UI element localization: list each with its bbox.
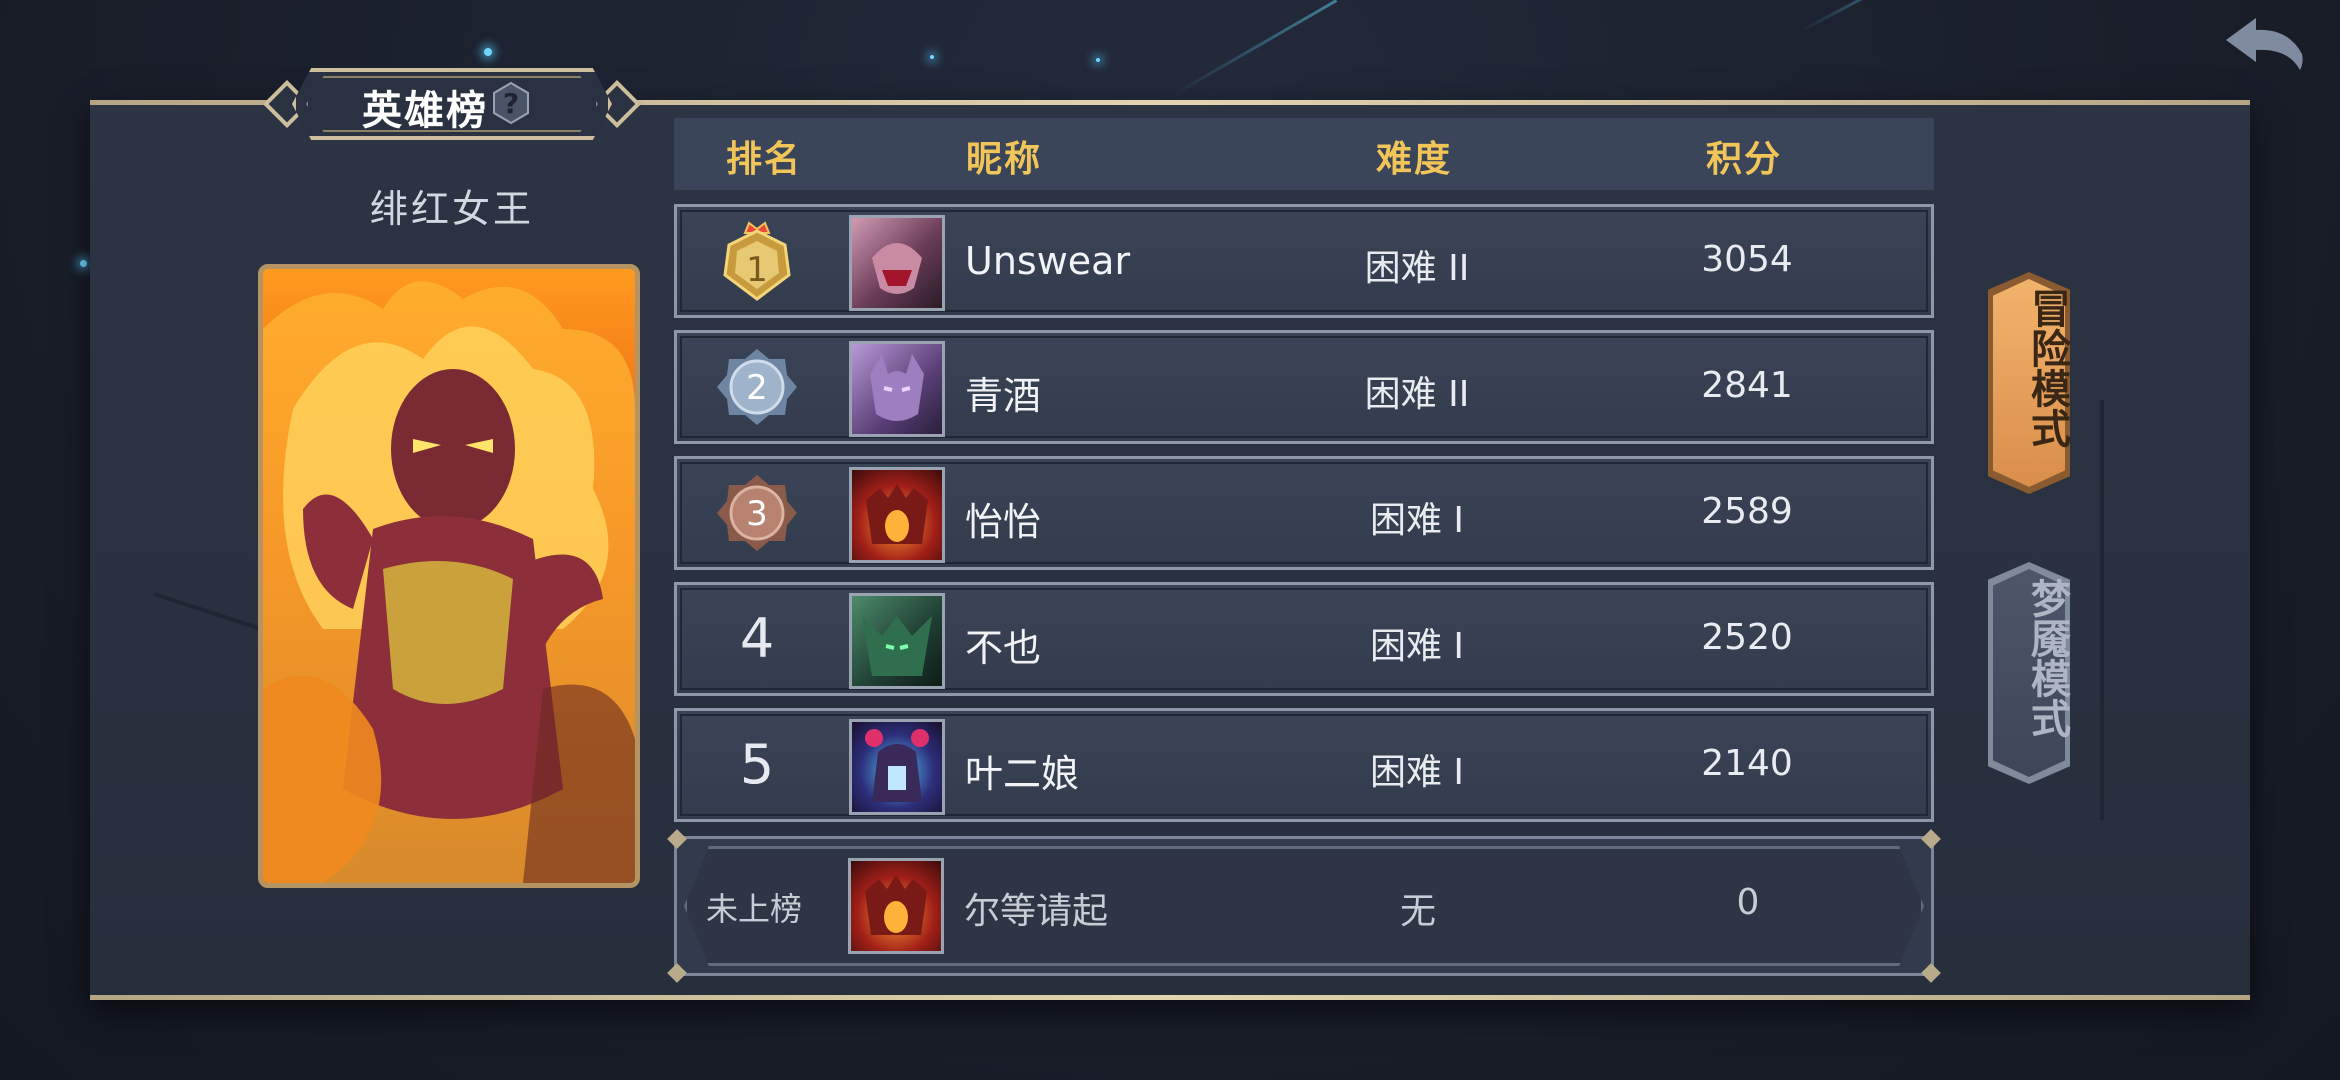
- player-score: 2520: [1701, 617, 1793, 658]
- player-avatar[interactable]: [849, 215, 945, 311]
- green-beast-avatar-icon: [862, 616, 932, 676]
- rank-number: 2: [746, 368, 768, 408]
- header-difficulty: 难度: [1375, 139, 1452, 180]
- header-nickname: 昵称: [965, 139, 1042, 180]
- back-arrow-icon: [2226, 18, 2303, 70]
- my-avatar[interactable]: [848, 858, 944, 954]
- mode-label: 梦魇模式: [2024, 578, 2070, 738]
- background-star: [484, 48, 492, 56]
- background-star: [1096, 58, 1100, 62]
- leaderboard-row[interactable]: 3 怡怡 困难 I 2589: [674, 456, 1934, 570]
- leaderboard-row[interactable]: 5 叶二娘 困难 I 2140: [674, 708, 1934, 822]
- fire-demon-avatar-icon: [866, 484, 928, 544]
- player-score: 2140: [1701, 743, 1793, 784]
- player-nickname: 叶二娘: [965, 752, 1080, 796]
- bronze-rank-icon: 3: [717, 475, 797, 551]
- panel-bottom-border: [90, 995, 2250, 1000]
- leaderboard-row[interactable]: 2 青酒 困难 II 2841: [674, 330, 1934, 444]
- question-icon: ?: [493, 81, 529, 125]
- player-nickname: 怡怡: [965, 500, 1042, 544]
- player-difficulty: 困难 I: [1369, 752, 1465, 793]
- hero-portrait: [258, 264, 640, 888]
- svg-text:?: ?: [503, 87, 519, 120]
- player-avatar[interactable]: [849, 719, 945, 815]
- monster-avatar-icon: [872, 243, 922, 294]
- leaderboard-row[interactable]: 4 不也 困难 I 2520: [674, 582, 1934, 696]
- rank-number: 3: [746, 494, 768, 534]
- my-rank-row[interactable]: 未上榜 尔等请起 无 0: [667, 829, 1941, 983]
- player-avatar[interactable]: [849, 467, 945, 563]
- rank-number: 5: [739, 733, 775, 796]
- silver-rank-icon: 2: [717, 349, 797, 425]
- my-difficulty: 无: [1399, 891, 1436, 932]
- page-title: 英雄榜: [362, 88, 488, 134]
- header-rank: 排名: [725, 139, 802, 180]
- player-avatar[interactable]: [849, 341, 945, 437]
- fire-demon-avatar-icon: [865, 875, 927, 935]
- table-header: 排名 昵称 难度 积分: [674, 118, 1934, 190]
- rank-number: 1: [746, 250, 768, 290]
- meteor-streak: [1799, 0, 1907, 33]
- demon-avatar-icon: [870, 354, 924, 421]
- hero-illustration: [263, 281, 635, 883]
- leaderboard-row[interactable]: 1 Unswear 困难 II 3054: [674, 204, 1934, 318]
- title-plate: 英雄榜 ?: [262, 68, 642, 140]
- hero-name: 绯红女王: [369, 187, 534, 231]
- player-avatar[interactable]: [849, 593, 945, 689]
- back-button[interactable]: [2222, 14, 2306, 76]
- help-button[interactable]: ?: [490, 81, 532, 125]
- player-difficulty: 困难 II: [1364, 248, 1470, 289]
- player-nickname: Unswear: [965, 239, 1131, 283]
- player-nickname: 青酒: [965, 374, 1042, 418]
- my-nickname: 尔等请起: [964, 891, 1109, 932]
- mode-label: 冒险模式: [2024, 288, 2070, 448]
- sorceress-avatar-icon: [865, 729, 929, 802]
- player-score: 2589: [1701, 491, 1793, 532]
- player-nickname: 不也: [965, 626, 1042, 670]
- my-rank-status: 未上榜: [705, 890, 802, 928]
- header-score: 积分: [1705, 139, 1782, 180]
- player-difficulty: 困难 II: [1364, 374, 1470, 415]
- background-star: [930, 55, 934, 59]
- player-difficulty: 困难 I: [1369, 500, 1465, 541]
- background-star: [80, 260, 87, 267]
- meteor-streak: [1171, 0, 1338, 97]
- adventure-mode-button[interactable]: 冒险模式: [1988, 272, 2070, 494]
- player-score: 2841: [1701, 365, 1793, 406]
- my-score: 0: [1736, 882, 1760, 923]
- gold-crown-rank-icon: 1: [723, 221, 791, 301]
- nightmare-mode-button[interactable]: 梦魇模式: [1988, 562, 2070, 784]
- background-crack: [2100, 400, 2104, 820]
- player-difficulty: 困难 I: [1369, 626, 1465, 667]
- player-score: 3054: [1701, 239, 1793, 280]
- rank-number: 4: [739, 607, 775, 670]
